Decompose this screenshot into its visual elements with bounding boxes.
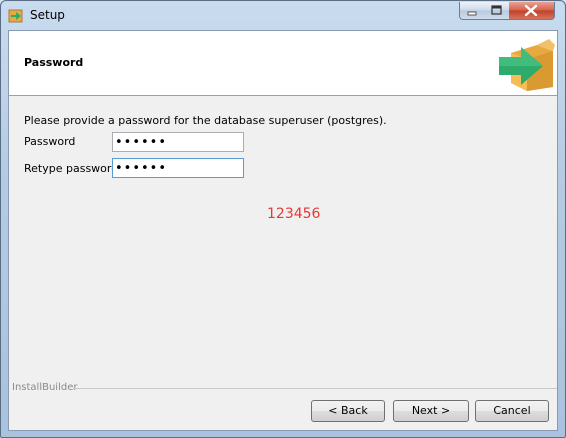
minimize-button[interactable] [459, 2, 485, 20]
close-icon [524, 4, 538, 17]
close-button[interactable] [509, 2, 555, 20]
password-description: Please provide a password for the databa… [24, 114, 387, 127]
retype-password-label: Retype password [24, 162, 119, 175]
installer-box-arrow-icon [499, 39, 555, 91]
title-bar[interactable]: Setup [1, 1, 565, 29]
page-title: Password [24, 56, 84, 69]
back-button[interactable]: < Back [311, 400, 385, 422]
installbuilder-brand: InstallBuilder [12, 382, 78, 393]
password-label: Password [24, 135, 76, 148]
next-button[interactable]: Next > [393, 400, 469, 422]
password-annotation: 123456 [267, 206, 321, 222]
setup-window: Setup Password Please provide a password… [0, 0, 566, 438]
retype-password-input[interactable] [112, 158, 244, 178]
maximize-icon [491, 5, 502, 15]
setup-app-icon [8, 9, 23, 23]
maximize-button[interactable] [484, 2, 510, 20]
window-title: Setup [30, 8, 65, 22]
cancel-button[interactable]: Cancel [475, 400, 549, 422]
password-input[interactable] [112, 132, 244, 152]
page-header: Password [9, 31, 557, 96]
minimize-icon [467, 11, 477, 16]
dialog-client-area: Password Please provide a password for t… [8, 30, 558, 431]
footer-divider [73, 388, 557, 389]
